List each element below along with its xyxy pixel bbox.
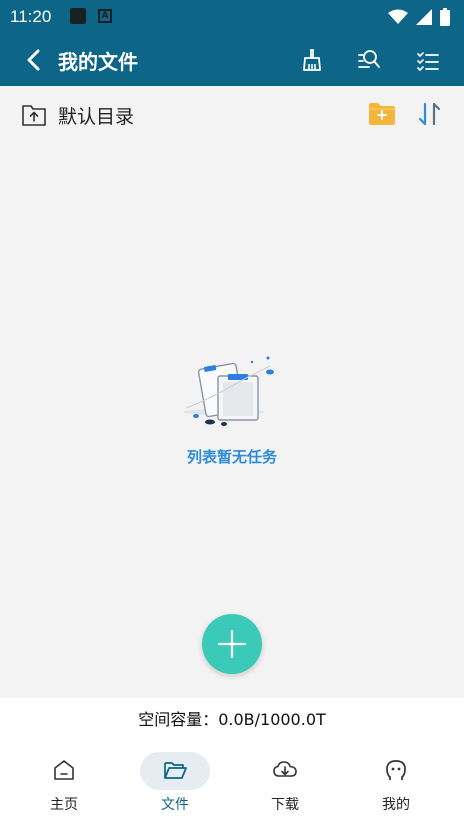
cloud-download-icon (273, 761, 297, 777)
sort-button[interactable] (416, 100, 444, 128)
app-bar: 我的文件 (0, 34, 464, 86)
search-button[interactable] (355, 46, 383, 74)
nav-item-files[interactable]: 文件 (117, 750, 233, 820)
nav-label-download: 下载 (271, 797, 299, 813)
clean-button[interactable] (298, 46, 326, 74)
battery-icon (440, 8, 450, 26)
back-arrow-icon (27, 49, 40, 71)
app-notification-icon: A (98, 9, 112, 23)
checklist-icon (417, 52, 439, 71)
wifi-icon (388, 9, 408, 24)
sort-icon (418, 102, 441, 126)
empty-clipboard-illustration (180, 352, 286, 432)
status-time: 11:20 (10, 7, 52, 26)
nav-label-files: 文件 (161, 797, 189, 813)
folder-upload-icon[interactable] (22, 104, 46, 126)
bottom-nav: 主页 文件 下载 我的 (0, 742, 464, 824)
nav-label-home: 主页 (50, 797, 78, 813)
page-title: 我的文件 (58, 50, 138, 74)
notification-icon (70, 8, 86, 24)
nav-item-download[interactable]: 下载 (227, 750, 343, 820)
signal-icon (416, 9, 432, 25)
multi-select-button[interactable] (414, 46, 442, 74)
directory-label[interactable]: 默认目录 (58, 102, 134, 129)
add-folder-icon (369, 103, 395, 125)
folder-icon (164, 762, 187, 779)
add-button[interactable] (202, 614, 262, 674)
profile-icon (386, 760, 406, 780)
empty-state-message: 列表暂无任务 (186, 448, 277, 466)
home-icon (54, 760, 74, 780)
directory-row: 默认目录 (0, 86, 464, 142)
status-bar: 11:20 A (0, 0, 464, 34)
storage-capacity: 空间容量：0.0B/1000.0T (0, 698, 464, 742)
search-person-icon (358, 50, 380, 68)
back-button[interactable] (20, 46, 48, 74)
new-folder-button[interactable] (368, 101, 396, 127)
nav-label-profile: 我的 (382, 797, 410, 813)
nav-item-profile[interactable]: 我的 (338, 750, 454, 820)
storage-capacity-text: 空间容量：0.0B/1000.0T (138, 710, 326, 729)
nav-item-home[interactable]: 主页 (6, 750, 122, 820)
broom-icon (303, 49, 321, 71)
status-icons (388, 8, 450, 26)
plus-icon (218, 630, 246, 658)
